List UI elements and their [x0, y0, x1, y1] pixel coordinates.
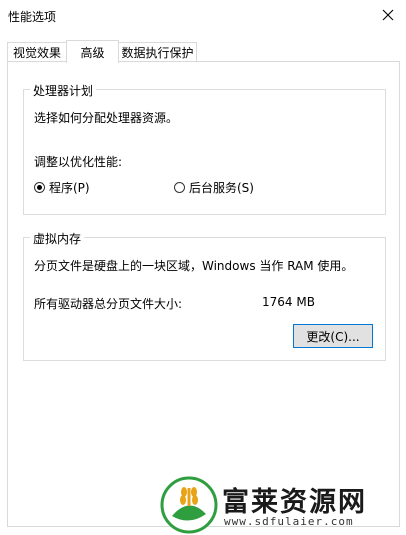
- tab-visual-effects[interactable]: 视觉效果: [7, 42, 67, 62]
- optimize-label: 调整以优化性能:: [34, 155, 123, 169]
- background-services-radio[interactable]: 后台服务(S): [174, 179, 254, 196]
- watermark-url: www.sdfulaier.com: [224, 515, 354, 528]
- processor-description: 选择如何分配处理器资源。: [34, 111, 179, 125]
- tab-label: 高级: [80, 45, 105, 60]
- radio-selected-icon: [34, 182, 45, 193]
- paging-file-total-label: 所有驱动器总分页文件大小:: [34, 297, 183, 311]
- programs-radio-label: 程序(P): [49, 181, 90, 195]
- programs-radio[interactable]: 程序(P): [34, 179, 90, 196]
- wheat-logo-icon: [160, 476, 218, 534]
- processor-scheduling-legend: 处理器计划: [30, 82, 97, 99]
- tab-label: 数据执行保护: [121, 46, 194, 60]
- tab-label: 视觉效果: [12, 46, 61, 60]
- site-watermark: 富莱资源网 www.sdfulaier.com: [160, 474, 406, 535]
- paging-file-total-value: 1764 MB: [262, 295, 315, 309]
- change-virtual-memory-button[interactable]: 更改(C)...: [293, 324, 373, 348]
- close-button[interactable]: [376, 2, 400, 28]
- advanced-tab-panel: 处理器计划 选择如何分配处理器资源。 调整以优化性能: 程序(P) 后台服务(S…: [7, 61, 400, 527]
- close-icon: [382, 9, 394, 21]
- virtual-memory-group: 虚拟内存 分页文件是硬盘上的一块区域，Windows 当作 RAM 使用。 所有…: [23, 230, 386, 361]
- virtual-memory-description: 分页文件是硬盘上的一块区域，Windows 当作 RAM 使用。: [34, 259, 354, 273]
- window-title: 性能选项: [8, 10, 57, 24]
- tab-advanced[interactable]: 高级: [66, 40, 119, 63]
- virtual-memory-legend: 虚拟内存: [30, 230, 85, 247]
- background-services-radio-label: 后台服务(S): [189, 181, 254, 195]
- processor-scheduling-group: 处理器计划 选择如何分配处理器资源。 调整以优化性能: 程序(P) 后台服务(S…: [23, 82, 386, 215]
- title-bar: 性能选项: [0, 0, 406, 32]
- change-button-label: 更改(C)...: [306, 329, 360, 344]
- watermark-name: 富莱资源网: [222, 487, 367, 518]
- radio-unselected-icon: [174, 182, 185, 193]
- tab-data-execution-prevention[interactable]: 数据执行保护: [118, 42, 197, 62]
